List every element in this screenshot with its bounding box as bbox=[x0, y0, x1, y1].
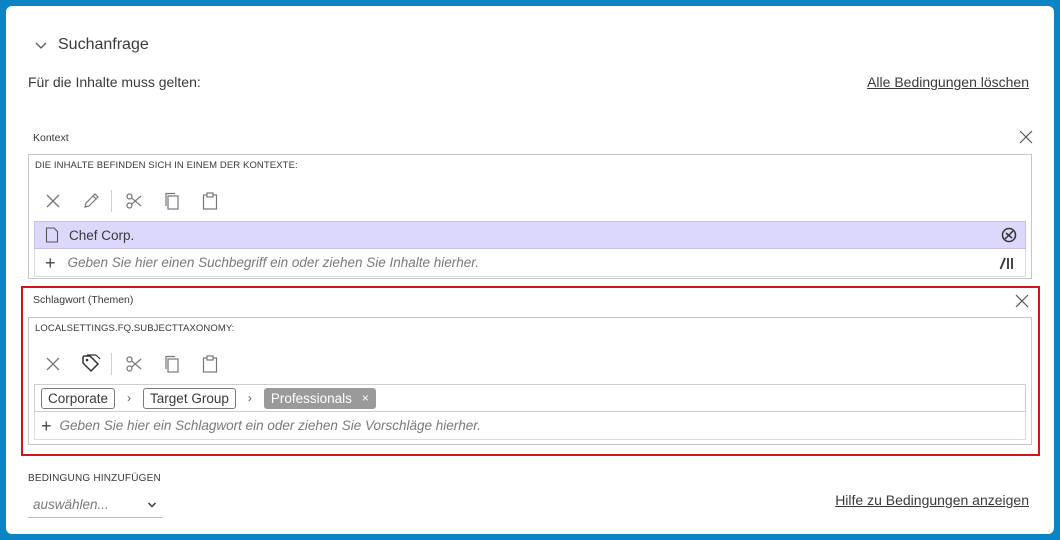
help-conditions-link[interactable]: Hilfe zu Bedingungen anzeigen bbox=[835, 492, 1029, 508]
condition-box: LOCALSETTINGS.FQ.SUBJECTTAXONOMY: Corpor… bbox=[28, 317, 1032, 445]
close-icon[interactable] bbox=[1015, 294, 1029, 308]
chevron-down-icon bbox=[148, 502, 156, 507]
context-search-input[interactable]: Geben Sie hier einen Suchbegriff ein ode… bbox=[68, 255, 1025, 270]
edit-icon bbox=[84, 193, 99, 208]
condition-caption: DIE INHALTE BEFINDEN SICH IN EINEM DER K… bbox=[35, 160, 298, 171]
condition-box: DIE INHALTE BEFINDEN SICH IN EINEM DER K… bbox=[28, 154, 1032, 279]
cut-icon bbox=[126, 356, 142, 372]
paste-button[interactable] bbox=[200, 191, 220, 211]
search-query-header[interactable]: Suchanfrage bbox=[34, 34, 149, 56]
paste-button[interactable] bbox=[200, 354, 220, 374]
chevron-down-icon bbox=[35, 42, 47, 49]
tag-path-chip[interactable]: Corporate bbox=[41, 387, 116, 409]
cut-button[interactable] bbox=[124, 354, 144, 374]
condition-toolbar bbox=[43, 352, 238, 376]
tag-path-chip[interactable]: Target Group bbox=[143, 387, 236, 409]
tag-path-row: Corporate › Target Group › Professionals… bbox=[34, 384, 1026, 412]
add-condition-title: BEDINGUNG HINZUFÜGEN bbox=[28, 473, 161, 484]
condition-subject-tag: Schlagwort (Themen) LOCALSETTINGS.FQ.SUB… bbox=[21, 286, 1040, 456]
condition-title: Schlagwort (Themen) bbox=[33, 294, 134, 306]
select-value: auswählen... bbox=[33, 497, 109, 512]
condition-caption: LOCALSETTINGS.FQ.SUBJECTTAXONOMY: bbox=[35, 323, 235, 334]
cut-button[interactable] bbox=[124, 191, 144, 211]
remove-icon bbox=[46, 357, 60, 371]
toolbar-divider bbox=[111, 190, 112, 212]
copy-button[interactable] bbox=[162, 191, 182, 211]
cut-icon bbox=[126, 193, 142, 209]
edit-button[interactable] bbox=[81, 191, 101, 211]
selected-tag-label: Professionals bbox=[270, 390, 352, 406]
context-search-row: + Geben Sie hier einen Suchbegriff ein o… bbox=[34, 249, 1026, 277]
search-query-panel: Suchanfrage Für die Inhalte muss gelten:… bbox=[6, 6, 1054, 534]
document-icon bbox=[45, 227, 59, 243]
tag-button[interactable] bbox=[81, 354, 101, 374]
intro-text: Für die Inhalte muss gelten: bbox=[28, 74, 201, 90]
remove-tag-icon[interactable]: × bbox=[362, 391, 369, 405]
selected-tag-chip[interactable]: Professionals × bbox=[263, 387, 376, 409]
close-icon[interactable] bbox=[1019, 130, 1033, 144]
context-item-name: Chef Corp. bbox=[69, 227, 135, 243]
condition-title: Kontext bbox=[33, 132, 69, 144]
tag-icon bbox=[82, 354, 101, 373]
library-icon[interactable] bbox=[999, 255, 1015, 271]
plus-icon[interactable]: + bbox=[41, 417, 52, 435]
tag-search-input[interactable]: Geben Sie hier ein Schlagwort ein oder z… bbox=[60, 418, 1025, 433]
condition-toolbar bbox=[43, 189, 238, 213]
breadcrumb-separator-icon: › bbox=[247, 391, 252, 405]
paste-icon bbox=[202, 192, 218, 210]
copy-icon bbox=[165, 355, 179, 373]
site-badge-icon[interactable] bbox=[1001, 227, 1017, 243]
tag-search-row: + Geben Sie hier ein Schlagwort ein oder… bbox=[34, 412, 1026, 440]
clear-all-conditions-link[interactable]: Alle Bedingungen löschen bbox=[867, 74, 1029, 90]
plus-icon[interactable]: + bbox=[45, 254, 56, 272]
add-condition-select[interactable]: auswählen... bbox=[28, 492, 163, 518]
copy-button[interactable] bbox=[162, 354, 182, 374]
toolbar-divider bbox=[111, 353, 112, 375]
breadcrumb-separator-icon: › bbox=[127, 391, 132, 405]
copy-icon bbox=[165, 192, 179, 210]
remove-button[interactable] bbox=[43, 191, 63, 211]
section-title: Suchanfrage bbox=[58, 36, 149, 53]
selected-context-item[interactable]: Chef Corp. bbox=[34, 221, 1026, 249]
remove-icon bbox=[46, 194, 60, 208]
remove-button[interactable] bbox=[43, 354, 63, 374]
paste-icon bbox=[202, 355, 218, 373]
condition-context: Kontext DIE INHALTE BEFINDEN SICH IN EIN… bbox=[28, 120, 1033, 280]
